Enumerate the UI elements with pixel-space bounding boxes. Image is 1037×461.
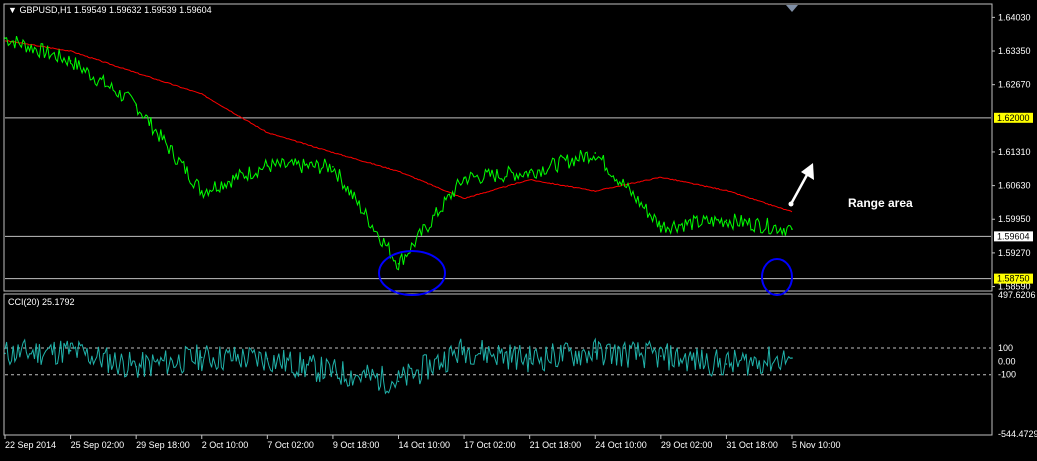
price-point [594,152,597,154]
x-tick-label: 2 Oct 10:00 [202,440,249,450]
cci-tick-label: -100 [998,370,1016,380]
cci-tick-label: 100 [998,343,1013,353]
cci-point [528,357,531,360]
y-tick-label: 1.59270 [998,248,1031,258]
x-tick-label: 25 Sep 02:00 [71,440,125,450]
range-area-label: Range area [848,196,913,210]
range-area-text: Range area [848,196,913,210]
price-point [725,219,728,222]
cci-point [4,352,6,355]
price-point [4,37,6,39]
cci-point [266,357,269,360]
price-point [200,190,203,192]
y-tick-label: 1.63350 [998,46,1031,56]
high-value: 1.59632 [109,5,142,15]
symbol-label: GBPUSD,H1 [19,5,72,15]
hline-label: 1.62000 [997,113,1030,123]
x-tick-label: 31 Oct 18:00 [726,440,778,450]
arrow-anchor[interactable] [788,201,794,207]
cci-tick-label: 497.6206 [998,290,1036,300]
price-point [135,104,137,106]
x-tick-label: 21 Oct 18:00 [530,440,582,450]
x-tick-label: 7 Oct 02:00 [267,440,314,450]
cci-title: CCI(20) 25.1792 [8,297,75,307]
open-value: 1.59549 [73,5,107,15]
hline-label: 1.59604 [997,231,1030,241]
hline-label: 1.58750 [997,274,1030,284]
close-value: 1.59604 [179,5,212,15]
cci-point [397,380,400,383]
dropdown-triangle-icon[interactable]: ▼ [8,5,17,15]
x-tick-label: 14 Oct 10:00 [399,440,451,450]
cci-point [791,357,793,359]
y-tick-label: 1.62670 [998,80,1031,90]
cci-point [725,363,728,365]
price-point [397,262,400,265]
x-tick-label: 5 Nov 10:00 [792,440,841,450]
chart-svg[interactable]: 1.64030 1.63350 1.62670 1.61310 1.60630 1.599… [0,0,1037,456]
cci-point [594,351,597,353]
y-tick-label: 1.60630 [998,181,1031,191]
cci-tick-label: -544.4729 [998,429,1037,439]
x-tick-label: 24 Oct 10:00 [595,440,647,450]
cci-point [332,371,334,373]
price-point [463,177,465,179]
y-tick-label: 1.64030 [998,12,1031,22]
low-value: 1.59539 [144,5,177,15]
x-tick-label: 17 Oct 02:00 [464,440,516,450]
cci-pane-title: CCI(20) 25.1792 [8,297,75,307]
price-point [266,165,269,167]
cci-point [660,355,662,357]
price-pane-title: ▼ GBPUSD,H1 1.59549 1.59632 1.59539 1.59… [8,5,212,15]
y-tick-label: 1.61310 [998,147,1031,157]
cci-point [463,348,465,351]
cci-point [69,349,72,352]
y-tick-label: 1.59950 [998,214,1031,224]
cci-tick-label: 0.00 [998,356,1016,366]
x-tick-label: 29 Oct 02:00 [661,440,713,450]
price-point [332,165,334,168]
price-point [660,225,662,227]
x-tick-label: 9 Oct 18:00 [333,440,380,450]
cci-point [200,356,203,359]
price-point [69,60,72,62]
x-tick-label: 29 Sep 18:00 [136,440,190,450]
price-point [528,171,531,174]
cci-point [135,365,137,368]
price-point [791,228,793,230]
x-tick-label: 22 Sep 2014 [5,440,56,450]
chart-window[interactable]: 1.64030 1.63350 1.62670 1.61310 1.60630 1.599… [0,0,1037,456]
